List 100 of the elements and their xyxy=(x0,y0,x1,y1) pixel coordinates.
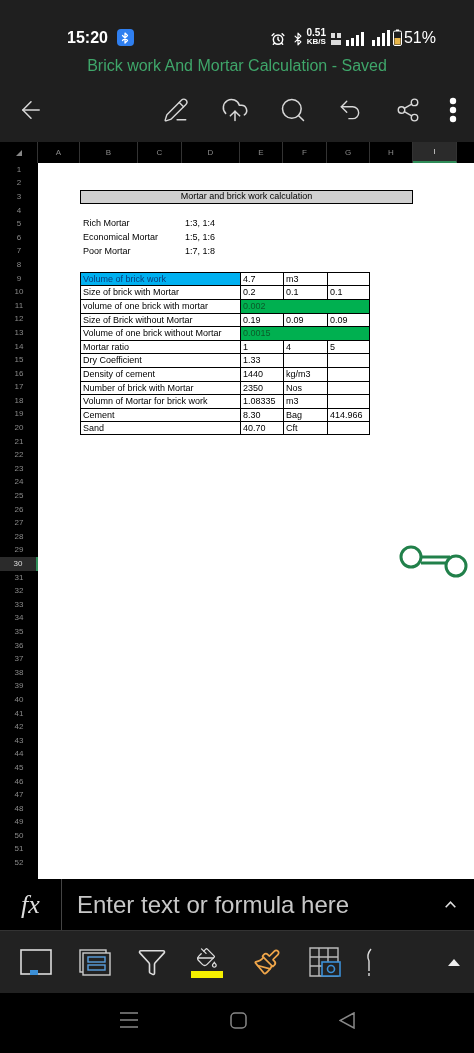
row-label: Sand xyxy=(80,422,240,434)
network-speed: 0.51 xyxy=(306,28,326,38)
table-cell: 1.08335 xyxy=(240,395,283,408)
share-icon xyxy=(395,97,421,123)
row-header[interactable]: 40 xyxy=(0,693,38,707)
row-label: Dry Coefficient xyxy=(80,354,240,367)
layout-button[interactable] xyxy=(79,948,111,976)
battery-level: 51% xyxy=(403,30,436,46)
screen-icon xyxy=(20,948,52,976)
bluetooth-badge-icon xyxy=(116,29,134,46)
more-icon xyxy=(449,97,457,123)
table-cell: 0.2 xyxy=(240,286,283,299)
recent-apps-button[interactable] xyxy=(119,1012,138,1028)
home-button[interactable] xyxy=(229,1011,247,1029)
more-button[interactable] xyxy=(449,97,457,123)
row-label: Size of brick with Mortar xyxy=(80,286,240,299)
share-button[interactable] xyxy=(395,97,421,123)
table-cell: kg/m3 xyxy=(283,367,327,381)
table-cell: 5 xyxy=(327,340,370,354)
table-cell: 8.30 xyxy=(240,408,283,422)
paint-bucket-icon xyxy=(196,946,218,969)
edit-text-button[interactable] xyxy=(163,97,189,123)
row-label: Number of brick with Mortar xyxy=(80,381,240,395)
row-label: Size of Brick without Mortar xyxy=(80,313,240,327)
cloud-upload-button[interactable] xyxy=(221,96,249,124)
pencil-icon xyxy=(163,97,189,123)
fill-color-swatch xyxy=(191,970,223,978)
volte-icon xyxy=(329,32,342,46)
row-label: Volume of brick work xyxy=(80,272,240,286)
row-label: Volumn of Mortar for brick work xyxy=(80,395,240,408)
selection-handles-icon xyxy=(398,545,470,580)
search-button[interactable] xyxy=(279,96,307,124)
function-label: fx xyxy=(0,879,62,930)
table-cell: 414.966 xyxy=(327,408,370,422)
cloud-upload-icon xyxy=(221,96,249,124)
table-cell: 1440 xyxy=(240,367,283,381)
row-header[interactable]: 13 xyxy=(0,326,38,340)
row-label: Density of cement xyxy=(80,367,240,381)
table-cell: 40.70 xyxy=(240,422,283,434)
row-header[interactable]: 1 xyxy=(0,163,38,177)
back-triangle-icon xyxy=(338,1011,355,1029)
result-cell: 0.0015 xyxy=(240,327,370,340)
row-header[interactable]: 8 xyxy=(0,258,38,272)
row-header[interactable]: 37 xyxy=(0,652,38,666)
table-cell: 0.09 xyxy=(327,313,370,327)
table-cell: m3 xyxy=(283,395,327,408)
table-cell: Nos xyxy=(283,381,327,395)
table-cell: 4 xyxy=(283,340,327,354)
row-header[interactable]: 22 xyxy=(0,448,38,463)
back-nav-button[interactable] xyxy=(338,1011,355,1029)
table-cell: 4.7 xyxy=(240,272,283,286)
row-header[interactable]: 35 xyxy=(0,625,38,639)
row-header[interactable]: 5 xyxy=(0,217,38,231)
row-header[interactable]: 33 xyxy=(0,598,38,612)
triangle-up-icon xyxy=(448,958,460,966)
fill-color-button[interactable] xyxy=(191,946,223,978)
mortar-ratio: 1:7, 1:8 xyxy=(184,244,216,258)
row-header[interactable]: 47 xyxy=(0,788,38,802)
row-header[interactable]: 18 xyxy=(0,394,38,408)
table-camera-icon xyxy=(309,947,341,977)
row-header[interactable]: 10 xyxy=(0,285,38,299)
row-header[interactable]: 42 xyxy=(0,720,38,734)
row-header[interactable]: 32 xyxy=(0,584,38,598)
mortar-type: Poor Mortar xyxy=(82,244,132,258)
row-header[interactable]: 20 xyxy=(0,421,38,435)
row-header[interactable]: 50 xyxy=(0,829,38,843)
speed-unit: KB/S xyxy=(306,38,326,46)
mortar-type: Rich Mortar xyxy=(82,217,131,231)
table-cell: 0.1 xyxy=(327,286,370,299)
square-icon xyxy=(229,1011,247,1029)
mortar-ratio: 1:3, 1:4 xyxy=(184,217,216,231)
column-header[interactable]: I xyxy=(413,142,457,163)
menu-icon xyxy=(119,1012,138,1028)
stacked-panels-icon xyxy=(79,948,111,976)
signal-icon xyxy=(345,32,366,46)
row-header[interactable]: 30 xyxy=(0,557,38,571)
row-header[interactable]: 3 xyxy=(0,190,38,204)
table-cell: 1.33 xyxy=(240,354,283,367)
insert-table-picture-button[interactable] xyxy=(309,947,341,977)
row-header[interactable]: 45 xyxy=(0,761,38,775)
table-cell: Bag xyxy=(283,408,327,422)
funnel-icon xyxy=(137,947,167,977)
formula-input-field[interactable]: Enter text or formula here xyxy=(62,886,427,923)
mortar-type: Economical Mortar xyxy=(82,230,160,244)
formula-bar[interactable]: fx Enter text or formula here xyxy=(0,879,474,931)
row-header[interactable]: 27 xyxy=(0,516,38,531)
row-header[interactable]: 15 xyxy=(0,353,38,367)
table-cell: 0.09 xyxy=(283,313,327,327)
filter-button[interactable] xyxy=(137,947,167,977)
expand-toolbar-button[interactable] xyxy=(448,958,460,966)
format-painter-button[interactable] xyxy=(253,948,281,976)
table-cell: 1 xyxy=(240,340,283,354)
row-header[interactable]: 52 xyxy=(0,856,38,870)
row-header[interactable]: 25 xyxy=(0,489,38,503)
search-icon xyxy=(279,96,307,124)
row-header[interactable]: 28 xyxy=(0,530,38,544)
battery-icon xyxy=(392,29,402,46)
row-header[interactable]: 23 xyxy=(0,462,38,476)
present-button[interactable] xyxy=(20,948,52,976)
mortar-ratio: 1:5, 1:6 xyxy=(184,230,216,244)
